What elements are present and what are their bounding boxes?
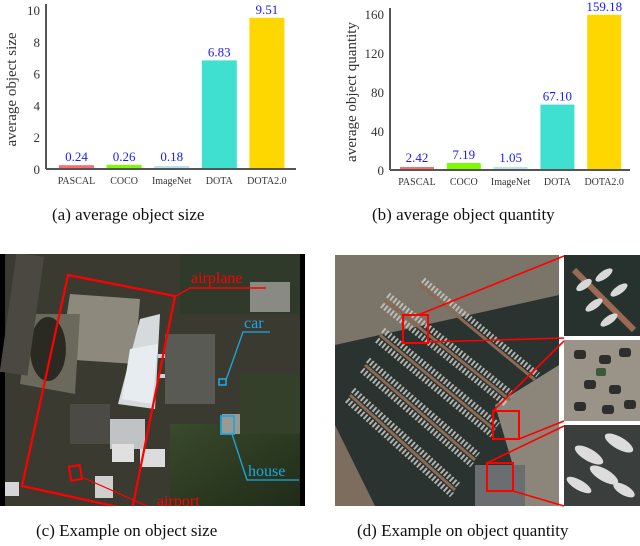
caption-a: (a) average object size (52, 205, 205, 224)
y-tick-label: 120 (365, 46, 385, 61)
caption-d: (d) Example on object quantity (357, 521, 569, 540)
annotation-house: house (248, 463, 285, 480)
marina-aerial-image (335, 255, 559, 506)
bar-dota20 (587, 14, 622, 169)
value-label: 159.18 (586, 0, 622, 14)
inset-yachts (564, 425, 640, 506)
y-tick-label: 0 (378, 163, 385, 178)
bar-coco (446, 162, 481, 169)
value-label: 67.10 (543, 89, 572, 104)
inset-cars (564, 340, 640, 421)
airport-aerial-image: airplane car house airport (0, 254, 305, 506)
y-tick-label: 40 (371, 124, 384, 139)
inset-boats (564, 255, 640, 336)
value-label: 2.42 (406, 150, 429, 165)
y-tick-label: 80 (371, 85, 384, 100)
annotation-airplane: airplane (191, 270, 243, 287)
annotation-airport: airport (157, 493, 200, 506)
annotation-car: car (244, 315, 264, 332)
caption-b: (b) average object quantity (372, 205, 555, 224)
value-label: 7.19 (452, 147, 475, 162)
caption-c: (c) Example on object size (36, 521, 218, 540)
y-tick-label: 160 (365, 7, 385, 22)
x-tick-label: ImageNet (491, 177, 531, 188)
y-axis-title: average object quantity (344, 22, 360, 162)
bar-imagenet (493, 167, 528, 169)
x-tick-label: COCO (450, 177, 478, 188)
bar-dota (540, 104, 575, 169)
airport-scene: airplane car house airport (0, 254, 305, 506)
chart-average-object-quantity: 0 40 80 120 160 average object quantity 2.42 PA… (344, 0, 630, 188)
bar-pascal (400, 167, 434, 169)
value-label: 1.05 (499, 150, 522, 165)
x-tick-label: DOTA (544, 177, 572, 188)
x-tick-label: DOTA2.0 (584, 177, 623, 188)
marina-scene (335, 255, 559, 506)
x-tick-label: PASCAL (398, 177, 435, 188)
